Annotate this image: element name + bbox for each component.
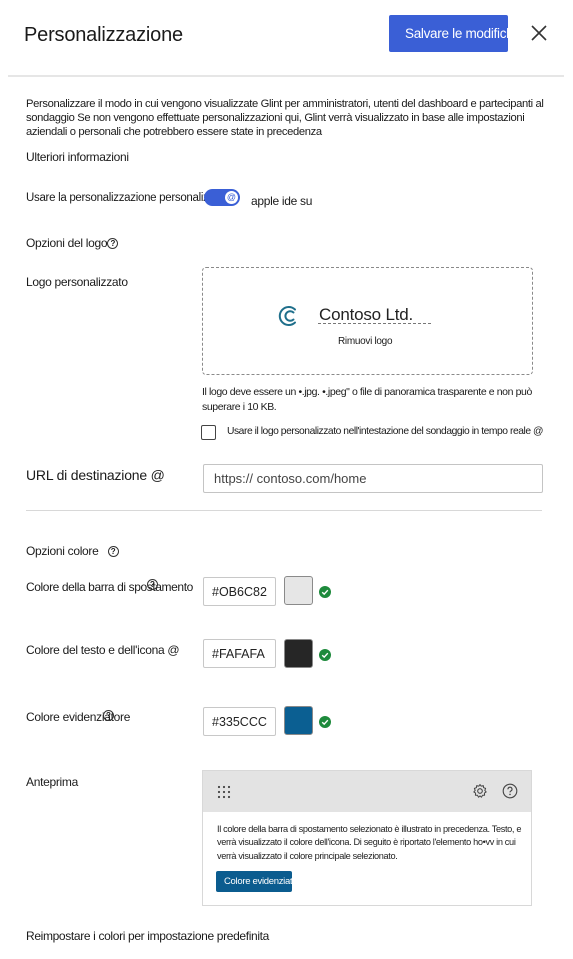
- logo-options-label: Opzioni del logo: [26, 236, 108, 250]
- logo-requirements-note: Il logo deve essere un •.jpg. •.jpeg" o …: [202, 386, 532, 413]
- valid-check-icon: [319, 715, 331, 728]
- close-icon[interactable]: [528, 22, 550, 44]
- preview-description: Il colore della barra di spostamento sel…: [217, 824, 522, 861]
- custom-branding-label: Usare la personalizzazione personalizzat…: [26, 192, 230, 204]
- logo-underline: [318, 323, 431, 324]
- help-icon[interactable]: ?: [107, 238, 119, 250]
- valid-check-icon: [319, 585, 331, 598]
- remove-logo-link[interactable]: Rimuovi logo: [338, 336, 393, 347]
- logo-company-name: Contoso Ltd.: [319, 305, 413, 324]
- nav-bar-color-swatch[interactable]: [284, 576, 313, 605]
- help-icon[interactable]: ?: [103, 710, 114, 721]
- reset-colors-link[interactable]: Reimpostare i colori per impostazione pr…: [26, 929, 269, 943]
- nav-bar-color-input[interactable]: [203, 577, 276, 606]
- logo-options-heading: Opzioni del logo?: [26, 236, 119, 250]
- help-icon[interactable]: ?: [147, 579, 158, 590]
- contoso-logo-icon: [278, 304, 302, 328]
- toggle-knob: @: [225, 191, 238, 204]
- toggle-state-text: apple ide su: [251, 194, 313, 208]
- text-icon-color-input[interactable]: [203, 639, 276, 668]
- highlight-color-label: Colore evidenziatore: [26, 710, 131, 724]
- use-logo-in-survey-label: Usare il logo personalizzato nell'intest…: [227, 426, 544, 437]
- highlight-color-swatch[interactable]: [284, 706, 313, 735]
- description-text: Personalizzare il modo in cui vengono vi…: [26, 98, 544, 138]
- preview-label: Anteprima: [26, 775, 78, 789]
- use-logo-in-survey-checkbox[interactable]: [201, 425, 216, 440]
- page-title: Personalizzazione: [24, 24, 183, 46]
- preview-highlight-button[interactable]: Colore evidenziatore: [216, 871, 292, 892]
- valid-check-icon: [319, 648, 331, 661]
- section-divider: [26, 510, 542, 511]
- destination-url-label: URL di destinazione @: [26, 467, 165, 483]
- custom-branding-toggle[interactable]: @: [204, 189, 240, 206]
- preview-panel: Il colore della barra di spostamento sel…: [202, 770, 532, 906]
- nav-bar-color-label: Colore della barra di spostamento: [26, 580, 193, 594]
- text-icon-color-swatch[interactable]: [284, 639, 313, 668]
- save-button[interactable]: Salvare le modifiche: [389, 15, 508, 52]
- highlight-color-input[interactable]: [203, 707, 276, 736]
- custom-logo-label: Logo personalizzato: [26, 275, 128, 289]
- color-options-heading: Opzioni colore ?: [26, 544, 119, 558]
- preview-nav-bar: [203, 771, 531, 812]
- more-info-link[interactable]: Ulteriori informazioni: [26, 150, 129, 164]
- header-divider: [8, 75, 564, 77]
- gear-icon[interactable]: [472, 783, 488, 799]
- app-grid-icon[interactable]: [217, 785, 231, 799]
- help-icon[interactable]: [502, 783, 518, 799]
- color-options-label: Opzioni colore: [26, 544, 99, 558]
- destination-url-input[interactable]: [203, 464, 543, 493]
- text-icon-color-label: Colore del testo e dell'icona @: [26, 643, 180, 657]
- help-icon[interactable]: ?: [107, 546, 119, 558]
